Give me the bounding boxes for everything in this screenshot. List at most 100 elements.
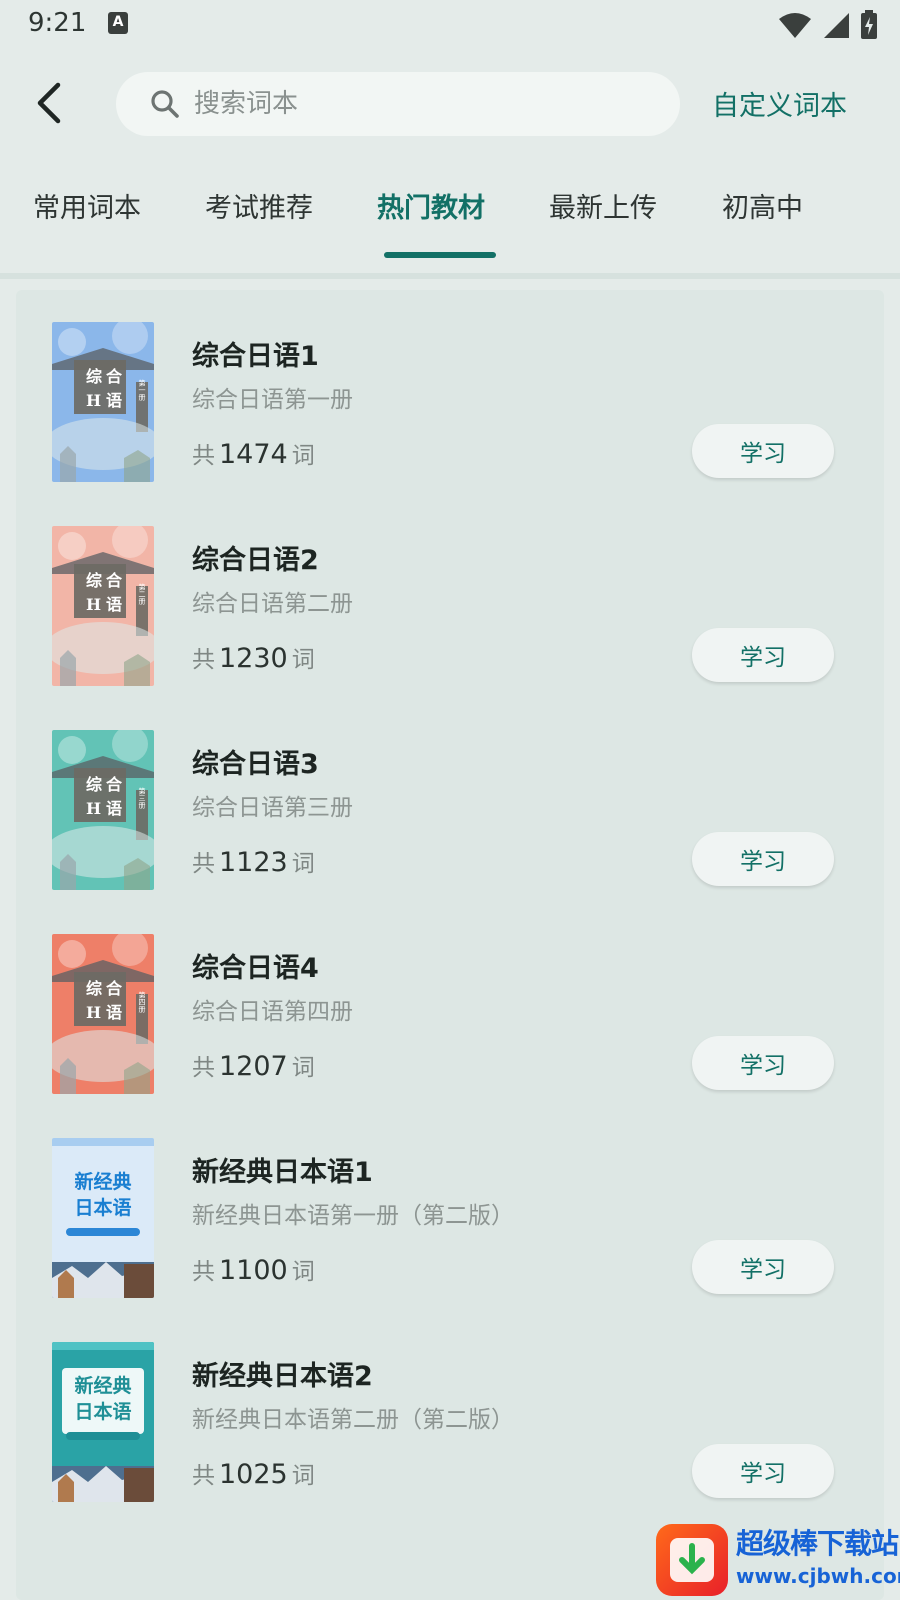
custom-wordbook-link[interactable]: 自定义词本 (712, 84, 847, 123)
word-count-number: 1123 (219, 847, 288, 878)
word-count: 共 1230 词 (192, 640, 315, 674)
word-count-prefix: 共 (192, 1055, 215, 1081)
cover-text: 日本语 (74, 1400, 131, 1423)
word-count-prefix: 共 (192, 647, 215, 673)
book-item[interactable]: 新经典日本语 新经典日本语2 新经典日本语第二册（第二版） 共 1025 词 学习 (16, 1310, 884, 1502)
watermark-url: www.cjbwh.com (736, 1564, 900, 1588)
status-bar: 9:21 A (0, 0, 900, 48)
book-cover: 新经典 日本语 (52, 1138, 154, 1298)
book-subtitle: 新经典日本语第一册（第二版） (192, 1203, 514, 1229)
word-count-suffix: 词 (291, 647, 315, 673)
cover-volume: 第四册 (138, 991, 146, 1014)
book-list: 综合 H 语第一册 综合日语1 综合日语第一册共 1474 词学习综合 H 语第二册 综合日语2 综… (16, 290, 884, 1600)
search-input[interactable] (194, 89, 634, 119)
word-count-prefix: 共 (192, 851, 215, 877)
word-count-prefix: 共 (192, 1259, 215, 1285)
divider (0, 273, 900, 279)
study-button[interactable]: 学习 (692, 1240, 834, 1294)
book-item[interactable]: 综合 H 语 第三册 综合日语3 综合日语第三册共 1123 词 学习 (16, 698, 884, 890)
word-count-prefix: 共 (192, 1463, 215, 1489)
back-arrow-icon (37, 82, 61, 124)
book-cover: 综合 H 语 第三册 (52, 730, 154, 890)
book-title: 新经典日本语1 (192, 1157, 373, 1188)
notification-icon: A (108, 12, 128, 34)
tab-middle-high[interactable]: 初高中 (722, 186, 803, 225)
watermark-logo (656, 1524, 728, 1596)
cover-text: H (86, 595, 101, 614)
book-item[interactable]: 综合 H 语 第四册 综合日语4 综合日语第四册共 1207 词 学习 (16, 902, 884, 1094)
watermark-title: 超级棒下载站 (736, 1527, 899, 1560)
word-count: 共 1025 词 (192, 1456, 315, 1490)
word-count-suffix: 词 (291, 1055, 315, 1081)
word-count-number: 1230 (219, 643, 288, 674)
cover-text: 语 (106, 595, 122, 614)
study-button[interactable]: 学习 (692, 628, 834, 682)
cover-text: 综 (86, 979, 102, 998)
book-item[interactable]: 综合 H 语 第一册 综合日语1 综合日语第一册共 1474 词 学习 (16, 290, 884, 482)
study-button[interactable]: 学习 (692, 424, 834, 478)
study-button[interactable]: 学习 (692, 832, 834, 886)
book-subtitle: 综合日语第二册 (192, 591, 353, 617)
word-count: 共 1474 词 (192, 436, 315, 470)
wifi-icon (779, 13, 811, 38)
battery-icon (861, 10, 877, 39)
book-title: 综合日语4 (192, 953, 319, 984)
cover-text: 综 (86, 775, 102, 794)
cover-text: 新经典 (74, 1374, 131, 1397)
word-count-prefix: 共 (192, 443, 215, 469)
book-cover: 综合 H 语 第二册 (52, 526, 154, 686)
word-count-number: 1100 (219, 1255, 288, 1286)
back-button[interactable] (26, 78, 70, 128)
book-title: 综合日语2 (192, 545, 319, 576)
cover-volume: 第二册 (138, 583, 146, 606)
signal-icon (824, 13, 849, 38)
search-box[interactable] (116, 72, 680, 136)
watermark: 超级棒下载站 www.cjbwh.com (656, 1520, 900, 1600)
book-subtitle: 新经典日本语第二册（第二版） (192, 1407, 514, 1433)
cover-text: H (86, 799, 101, 818)
header: 自定义词本 (0, 48, 900, 158)
word-count-suffix: 词 (291, 443, 315, 469)
word-count: 共 1207 词 (192, 1048, 315, 1082)
status-icons (778, 10, 878, 40)
word-count-number: 1474 (219, 439, 288, 470)
word-count-suffix: 词 (291, 1259, 315, 1285)
book-item[interactable]: 新经典日本语 新经典日本语1 新经典日本语第一册（第二版） 共 1100 词 学习 (16, 1106, 884, 1298)
cover-text: H (86, 391, 101, 410)
cover-text: 合 (106, 775, 123, 794)
tab-indicator (384, 252, 496, 258)
book-cover: 新经典 日本语 (52, 1342, 154, 1502)
study-button[interactable]: 学习 (692, 1444, 834, 1498)
cover-text: 综 (86, 367, 102, 386)
cover-text: 合 (106, 571, 123, 590)
cover-text: 语 (106, 799, 122, 818)
tab-latest[interactable]: 最新上传 (549, 186, 657, 225)
word-count-suffix: 词 (291, 1463, 315, 1489)
word-count-suffix: 词 (291, 851, 315, 877)
category-tabs: 常用词本 考试推荐 热门教材 最新上传 初高中 (0, 172, 900, 260)
cover-text: 合 (106, 367, 123, 386)
word-count: 共 1100 词 (192, 1252, 315, 1286)
word-count-number: 1207 (219, 1051, 288, 1082)
book-title: 新经典日本语2 (192, 1361, 373, 1392)
cover-text: 合 (106, 979, 123, 998)
status-time: 9:21 (28, 8, 87, 38)
book-item[interactable]: 综合 H 语 第二册 综合日语2 综合日语第二册共 1230 词 学习 (16, 494, 884, 686)
cover-text: 语 (106, 1003, 122, 1022)
tab-common[interactable]: 常用词本 (33, 186, 141, 225)
word-count: 共 1123 词 (192, 844, 315, 878)
cover-text: 新经典 (74, 1170, 131, 1193)
book-subtitle: 综合日语第一册 (192, 387, 353, 413)
tab-exam[interactable]: 考试推荐 (205, 186, 313, 225)
tab-popular-textbooks[interactable]: 热门教材 (377, 186, 485, 225)
book-subtitle: 综合日语第三册 (192, 795, 353, 821)
study-button[interactable]: 学习 (692, 1036, 834, 1090)
book-cover: 综合 H 语 第一册 (52, 322, 154, 482)
book-cover: 综合 H 语 第四册 (52, 934, 154, 1094)
cover-volume: 第三册 (138, 787, 146, 810)
cover-text: 日本语 (74, 1196, 131, 1219)
cover-text: H (86, 1003, 101, 1022)
book-title: 综合日语1 (192, 341, 319, 372)
cover-text: 语 (106, 391, 122, 410)
search-icon (151, 90, 179, 118)
